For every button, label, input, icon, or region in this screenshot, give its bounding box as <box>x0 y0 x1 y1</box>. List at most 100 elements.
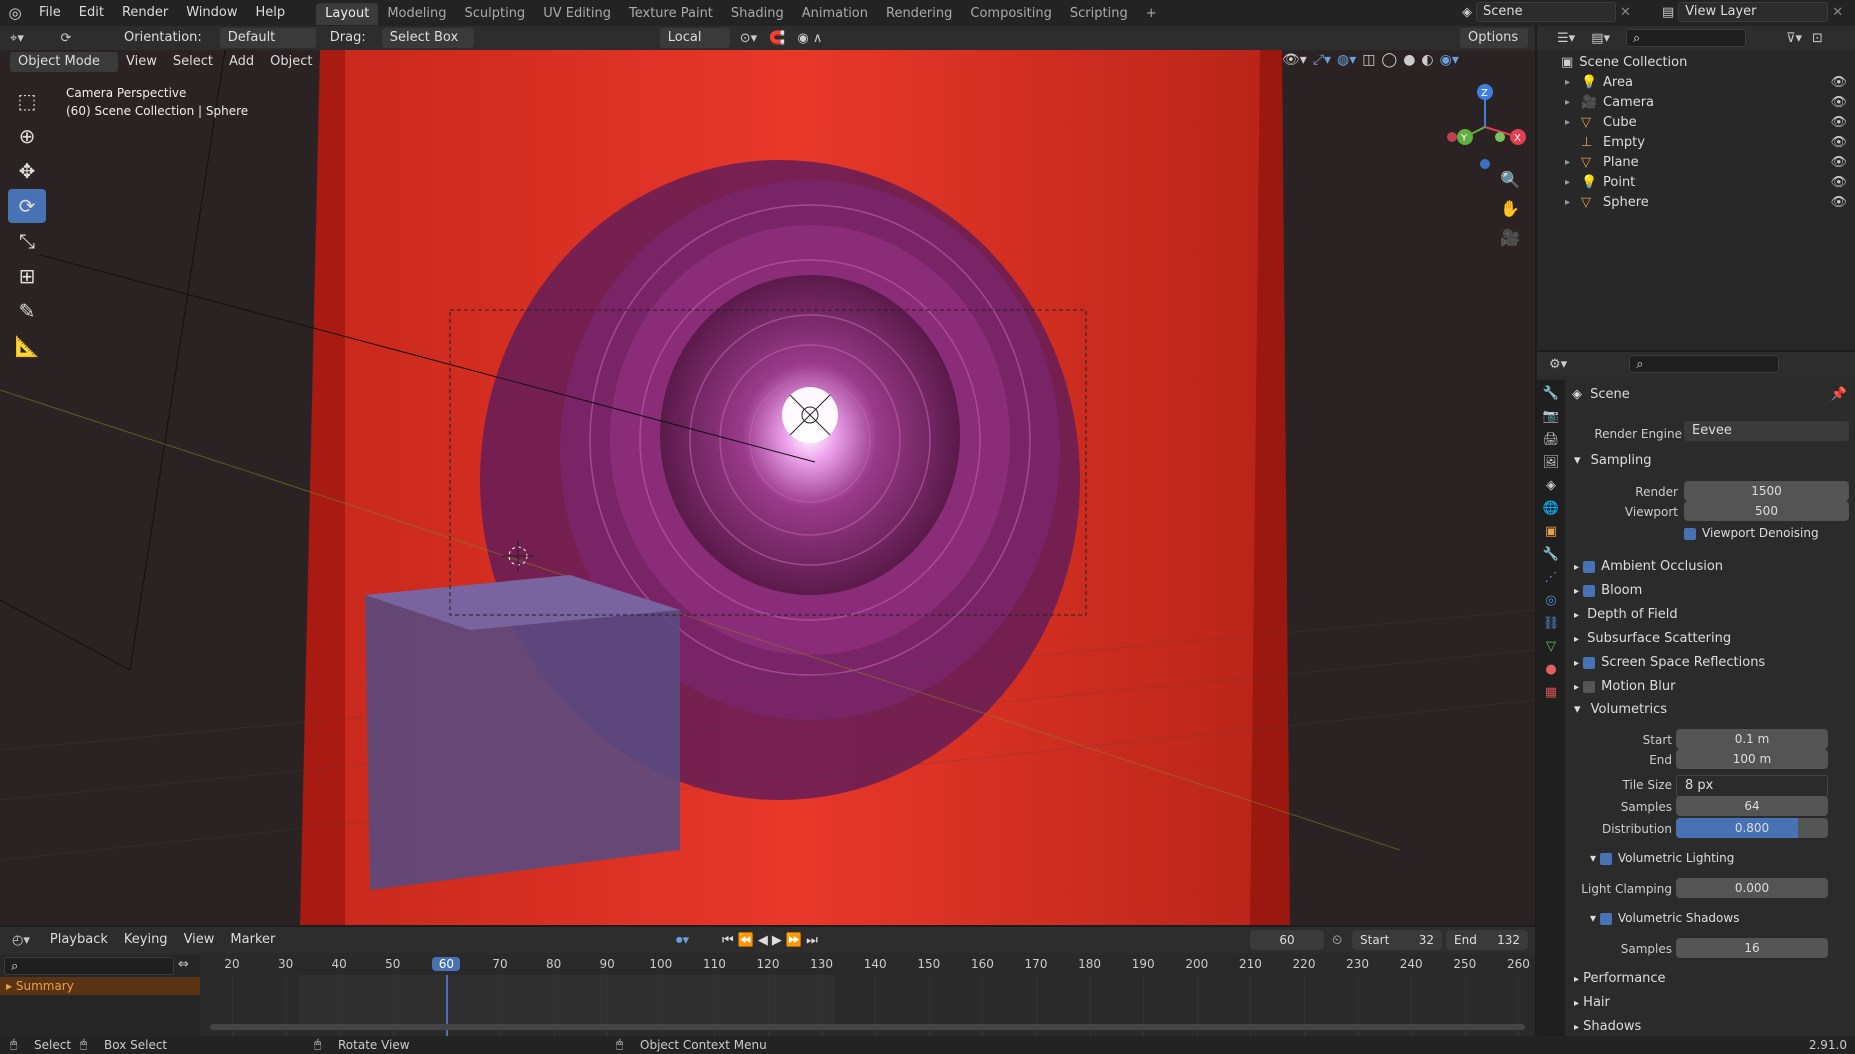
outliner-item-point[interactable]: ▸ 💡 Point 👁 <box>1537 172 1855 192</box>
render-samples-field[interactable]: 1500 <box>1684 481 1849 501</box>
navigation-gizmo[interactable]: Z X Y <box>1440 82 1530 172</box>
eye-icon[interactable]: 👁 <box>1830 135 1847 150</box>
constraints-tab-icon[interactable]: ⛓ <box>1543 616 1560 631</box>
outliner-search-input[interactable]: ⌕ <box>1626 29 1746 47</box>
visibility-icon[interactable]: 👁▾ <box>1282 52 1307 68</box>
checkbox-icon[interactable] <box>1583 584 1596 597</box>
section-performance[interactable]: ▸ Performance <box>1572 968 1855 990</box>
section-motion-blur[interactable]: ▸ Motion Blur <box>1572 676 1855 698</box>
world-tab-icon[interactable]: 🌐 <box>1543 501 1559 516</box>
scene-icon[interactable]: ◈ <box>1462 5 1472 20</box>
sampling-panel-header[interactable]: ▾ Sampling <box>1572 450 1855 472</box>
pan-hand-icon[interactable]: ✋ <box>1500 199 1520 218</box>
display-mode-icon[interactable]: ▤▾ <box>1591 31 1610 46</box>
properties-type-icon[interactable]: ⚙▾ <box>1549 357 1567 372</box>
swap-icon[interactable]: ⇔ <box>178 957 189 972</box>
section-ambient-occlusion[interactable]: ▸ Ambient Occlusion <box>1572 556 1855 578</box>
render-tab-icon[interactable]: 📷 <box>1543 409 1559 424</box>
outliner-item-plane[interactable]: ▸ ▽ Plane 👁 <box>1537 152 1855 172</box>
section-shadows[interactable]: ▸ Shadows <box>1572 1016 1855 1038</box>
scene-tab-icon[interactable]: ◈ <box>1546 478 1556 493</box>
object-tab-icon[interactable]: ▣ <box>1545 524 1557 539</box>
texture-tab-icon[interactable]: ▦ <box>1545 685 1557 700</box>
menu-marker[interactable]: Marker <box>222 929 283 951</box>
outliner-type-icon[interactable]: ☰▾ <box>1557 31 1575 46</box>
tab-layout[interactable]: Layout <box>316 3 379 25</box>
orientation-dropdown[interactable]: Default <box>219 28 316 48</box>
eye-icon[interactable]: 👁 <box>1830 95 1847 110</box>
expand-icon[interactable]: ▸ <box>1565 77 1575 88</box>
drag-dropdown[interactable]: Select Box <box>381 28 474 48</box>
summary-row[interactable]: ▸ Summary <box>0 977 200 995</box>
vol-start-field[interactable]: 0.1 m <box>1676 729 1828 749</box>
close-icon[interactable]: ✕ <box>1620 5 1631 20</box>
checkbox-icon[interactable] <box>1583 680 1596 693</box>
menu-object[interactable]: Object <box>262 51 320 73</box>
snap-icon[interactable]: 🧲 <box>769 31 785 46</box>
material-tab-icon[interactable]: ● <box>1545 662 1556 677</box>
tab-shading[interactable]: Shading <box>722 3 793 25</box>
particles-tab-icon[interactable]: ⋰ <box>1545 570 1558 585</box>
outliner-item-empty[interactable]: ⊥ Empty 👁 <box>1537 132 1855 152</box>
section-screen-space-reflections[interactable]: ▸ Screen Space Reflections <box>1572 652 1855 674</box>
vol-end-field[interactable]: 100 m <box>1676 749 1828 769</box>
timeline-type-icon[interactable]: ◴▾ <box>12 933 30 948</box>
menu-render[interactable]: Render <box>113 0 177 26</box>
close-icon[interactable]: ✕ <box>1832 5 1843 20</box>
transform-space-dropdown[interactable]: Local <box>659 28 730 48</box>
expand-icon[interactable]: ▸ <box>1565 97 1575 108</box>
new-collection-icon[interactable]: ⊡ <box>1812 31 1823 46</box>
eye-icon[interactable]: 👁 <box>1830 155 1847 170</box>
tile-size-dropdown[interactable]: 8 px <box>1676 775 1828 797</box>
scene-selector[interactable]: Scene <box>1476 2 1616 22</box>
outliner-item-camera[interactable]: ▸ 🎥 Camera 👁 <box>1537 92 1855 112</box>
pivot-icon[interactable]: ⊙▾ <box>740 31 757 46</box>
tool-tab-icon[interactable]: 🔧 <box>1543 386 1559 401</box>
render-engine-dropdown[interactable]: Eevee <box>1684 421 1849 441</box>
tab-texture-paint[interactable]: Texture Paint <box>620 3 722 25</box>
menu-view[interactable]: View <box>118 51 165 73</box>
section-bloom[interactable]: ▸ Bloom <box>1572 580 1855 602</box>
shadow-samples-field[interactable]: 16 <box>1676 938 1828 958</box>
tab-modeling[interactable]: Modeling <box>378 3 455 25</box>
select-box-icon[interactable]: ⬚ <box>8 84 46 118</box>
blender-logo-icon[interactable]: ◎ <box>0 4 30 22</box>
eye-icon[interactable]: 👁 <box>1830 115 1847 130</box>
section-hair[interactable]: ▸ Hair <box>1572 992 1855 1014</box>
transform-tool-icon[interactable]: ⟳ <box>46 31 86 46</box>
checkbox-icon[interactable] <box>1583 656 1596 669</box>
proportional-edit-icon[interactable]: ◉ ∧ <box>797 31 822 46</box>
measure-icon[interactable]: 📐 <box>8 329 46 363</box>
end-frame-field[interactable]: End 132 <box>1446 930 1528 950</box>
light-clamping-field[interactable]: 0.000 <box>1676 878 1828 898</box>
menu-edit[interactable]: Edit <box>70 0 113 26</box>
solid-shading-icon[interactable]: ● <box>1403 52 1415 68</box>
tab-scripting[interactable]: Scripting <box>1061 3 1137 25</box>
rendered-shading-icon[interactable]: ◉▾ <box>1440 52 1459 68</box>
view-layer-tab-icon[interactable]: 🖼 <box>1543 455 1560 470</box>
mode-dropdown[interactable]: Object Mode <box>10 52 118 72</box>
section-depth-of-field[interactable]: ▸ Depth of Field <box>1572 604 1855 626</box>
current-frame-field[interactable]: 60 <box>1250 930 1324 950</box>
add-workspace-button[interactable]: + <box>1137 3 1166 25</box>
zoom-icon[interactable]: 🔍 <box>1500 170 1520 189</box>
expand-icon[interactable]: ▸ <box>1565 117 1575 128</box>
gizmo-icon[interactable]: ⤢▾ <box>1313 52 1331 68</box>
pin-icon[interactable]: 📌 <box>1831 384 1847 406</box>
camera-view-icon[interactable]: 🎥 <box>1500 228 1520 247</box>
timeline-search-input[interactable]: ⌕ <box>4 957 174 975</box>
distribution-slider[interactable]: 0.800 <box>1676 818 1828 838</box>
viewport-samples-field[interactable]: 500 <box>1684 501 1849 521</box>
outliner-item-cube[interactable]: ▸ ▽ Cube 👁 <box>1537 112 1855 132</box>
filter-icon[interactable]: ⊽▾ <box>1786 31 1802 46</box>
view-layer-icon[interactable]: ▤ <box>1662 5 1674 20</box>
expand-icon[interactable]: ▸ <box>1565 197 1575 208</box>
viewport-render[interactable] <box>0 50 1535 925</box>
start-frame-field[interactable]: Start 32 <box>1352 930 1442 950</box>
clock-icon[interactable]: ⏲ <box>1332 933 1342 948</box>
tab-sculpting[interactable]: Sculpting <box>455 3 534 25</box>
tab-animation[interactable]: Animation <box>793 3 877 25</box>
playback-controls[interactable]: ⏮⏪◀▶⏩⏭ <box>722 933 822 948</box>
expand-icon[interactable]: ▸ <box>1565 157 1575 168</box>
cursor-icon[interactable]: ⊕ <box>8 119 46 153</box>
